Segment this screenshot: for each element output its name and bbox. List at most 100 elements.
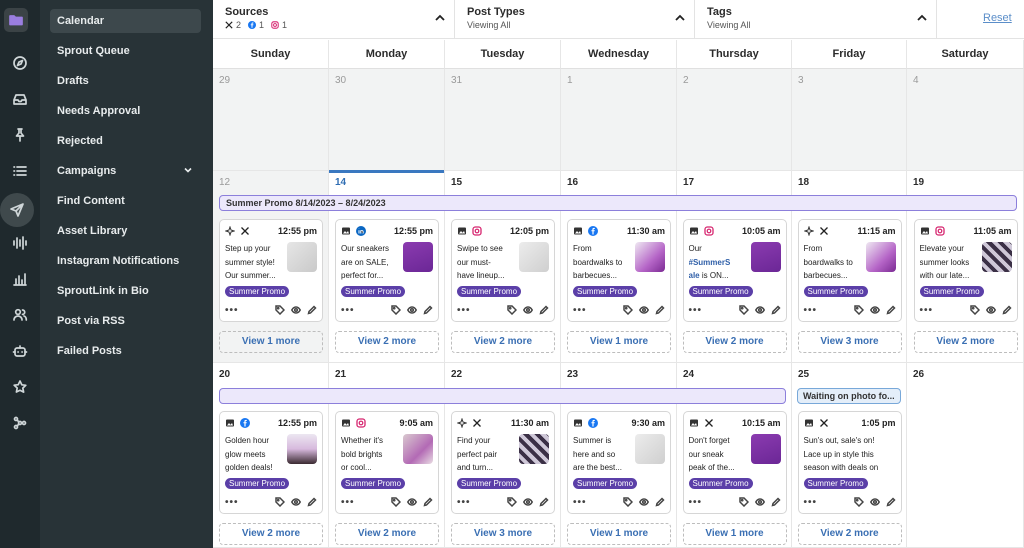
view-more-button[interactable]: View 3 more — [797, 331, 902, 353]
eye-icon[interactable] — [291, 497, 301, 507]
chevron-up-icon[interactable] — [434, 11, 446, 23]
post-card[interactable]: 9:05 am Whether it's bold brights or cool… — [335, 411, 439, 514]
post-types-filter[interactable]: Post Types Viewing All — [455, 0, 695, 39]
post-card[interactable]: 11:15 am From boardwalks to barbecues... S… — [797, 219, 902, 322]
pin-icon[interactable] — [4, 123, 36, 147]
view-more-button[interactable]: View 3 more — [451, 523, 555, 545]
pencil-icon[interactable] — [423, 305, 433, 315]
more-options-icon[interactable]: ••• — [689, 305, 703, 316]
eye-icon[interactable] — [754, 305, 765, 315]
sidenav-item-sproutlink-in-bio[interactable]: SproutLink in Bio — [50, 279, 201, 303]
more-options-icon[interactable]: ••• — [341, 305, 355, 316]
tag-icon[interactable] — [391, 497, 401, 507]
pencil-icon[interactable] — [885, 497, 896, 507]
campaign-bar[interactable]: Summer Promo 8/14/2023 – 8/24/2023 — [219, 195, 1017, 211]
post-card[interactable]: 1:05 pm Sun's out, sale's on! Lace up in … — [797, 411, 902, 514]
view-more-button[interactable]: View 1 more — [219, 331, 323, 353]
inbox-icon[interactable] — [4, 87, 36, 111]
eye-icon[interactable] — [291, 305, 301, 315]
tag-icon[interactable] — [275, 305, 285, 315]
view-more-button[interactable]: View 1 more — [567, 331, 671, 353]
pencil-icon[interactable] — [423, 497, 433, 507]
reset-link[interactable]: Reset — [983, 12, 1012, 24]
post-card[interactable]: 12:55 pm Our sneakers are on SALE, perfec… — [335, 219, 439, 322]
post-card[interactable]: 11:05 am Elevate your summer looks with o… — [913, 219, 1018, 322]
more-options-icon[interactable]: ••• — [573, 497, 587, 508]
view-more-button[interactable]: View 2 more — [335, 331, 439, 353]
view-more-button[interactable]: View 2 more — [682, 331, 787, 353]
pencil-icon[interactable] — [1001, 305, 1012, 315]
more-options-icon[interactable]: ••• — [689, 497, 703, 508]
view-more-button[interactable]: View 2 more — [219, 523, 323, 545]
tag-icon[interactable] — [853, 305, 864, 315]
more-options-icon[interactable]: ••• — [457, 497, 471, 508]
bar-chart-icon[interactable] — [4, 267, 36, 291]
send-icon[interactable] — [0, 193, 34, 227]
view-more-button[interactable]: View 2 more — [335, 523, 439, 545]
more-options-icon[interactable]: ••• — [920, 305, 934, 316]
sidenav-item-rejected[interactable]: Rejected — [50, 129, 201, 153]
eye-icon[interactable] — [639, 305, 649, 315]
post-card[interactable]: 9:30 am Summer is here and so are the bes… — [567, 411, 671, 514]
view-more-button[interactable]: View 2 more — [451, 331, 555, 353]
tags-filter[interactable]: Tags Viewing All — [695, 0, 937, 39]
people-icon[interactable] — [4, 303, 36, 327]
list-icon[interactable] — [4, 159, 36, 183]
eye-icon[interactable] — [407, 497, 417, 507]
eye-icon[interactable] — [523, 305, 533, 315]
star-icon[interactable] — [4, 375, 36, 399]
post-card[interactable]: 12:55 pm Golden hour glow meets golden de… — [219, 411, 323, 514]
eye-icon[interactable] — [639, 497, 649, 507]
tag-icon[interactable] — [391, 305, 401, 315]
pencil-icon[interactable] — [655, 305, 665, 315]
sidenav-item-sprout-queue[interactable]: Sprout Queue — [50, 39, 201, 63]
tag-icon[interactable] — [738, 497, 749, 507]
sidenav-item-asset-library[interactable]: Asset Library — [50, 219, 201, 243]
sidenav-item-post-via-rss[interactable]: Post via RSS — [50, 309, 201, 333]
more-options-icon[interactable]: ••• — [804, 497, 818, 508]
tag-icon[interactable] — [853, 497, 864, 507]
tag-icon[interactable] — [738, 305, 749, 315]
sources-filter[interactable]: Sources 2 1 1 — [213, 0, 455, 39]
post-card[interactable]: 10:05 am Our #SummerS ale is ON... Summer … — [682, 219, 787, 322]
chevron-up-icon[interactable] — [916, 11, 928, 23]
sidenav-item-campaigns[interactable]: Campaigns — [50, 159, 201, 183]
chevron-down-icon[interactable] — [183, 165, 193, 175]
pencil-icon[interactable] — [307, 497, 317, 507]
view-more-button[interactable]: View 2 more — [797, 523, 902, 545]
post-card[interactable]: 11:30 am Find your perfect pair and turn.… — [451, 411, 555, 514]
more-options-icon[interactable]: ••• — [225, 497, 239, 508]
eye-icon[interactable] — [985, 305, 996, 315]
post-card[interactable]: 10:15 am Don't forget our sneak peak of t… — [682, 411, 787, 514]
eye-icon[interactable] — [869, 305, 880, 315]
sidenav-item-instagram-notifications[interactable]: Instagram Notifications — [50, 249, 201, 273]
bot-icon[interactable] — [4, 339, 36, 363]
eye-icon[interactable] — [869, 497, 880, 507]
sidenav-item-needs-approval[interactable]: Needs Approval — [50, 99, 201, 123]
pencil-icon[interactable] — [539, 497, 549, 507]
sidenav-item-calendar[interactable]: Calendar — [50, 9, 201, 33]
view-more-button[interactable]: View 1 more — [567, 523, 671, 545]
eye-icon[interactable] — [407, 305, 417, 315]
view-more-button[interactable]: View 2 more — [913, 331, 1018, 353]
sidenav-item-drafts[interactable]: Drafts — [50, 69, 201, 93]
tag-icon[interactable] — [275, 497, 285, 507]
pencil-icon[interactable] — [770, 305, 781, 315]
more-options-icon[interactable]: ••• — [341, 497, 355, 508]
post-card[interactable]: 12:55 pm Step up your summer style! Our s… — [219, 219, 323, 322]
pencil-icon[interactable] — [655, 497, 665, 507]
more-options-icon[interactable]: ••• — [457, 305, 471, 316]
campaign-bar[interactable] — [219, 388, 786, 404]
post-card[interactable]: 12:05 pm Swipe to see our must- have line… — [451, 219, 555, 322]
compass-icon[interactable] — [4, 51, 36, 75]
sidenav-item-find-content[interactable]: Find Content — [50, 189, 201, 213]
post-card[interactable]: 11:30 am From boardwalks to barbecues... S… — [567, 219, 671, 322]
sidenav-item-failed-posts[interactable]: Failed Posts — [50, 339, 201, 363]
view-more-button[interactable]: View 1 more — [682, 523, 787, 545]
tag-icon[interactable] — [969, 305, 980, 315]
chevron-up-icon[interactable] — [674, 11, 686, 23]
more-options-icon[interactable]: ••• — [804, 305, 818, 316]
more-options-icon[interactable]: ••• — [573, 305, 587, 316]
folder-icon[interactable] — [4, 8, 28, 32]
audio-wave-icon[interactable] — [4, 231, 36, 255]
